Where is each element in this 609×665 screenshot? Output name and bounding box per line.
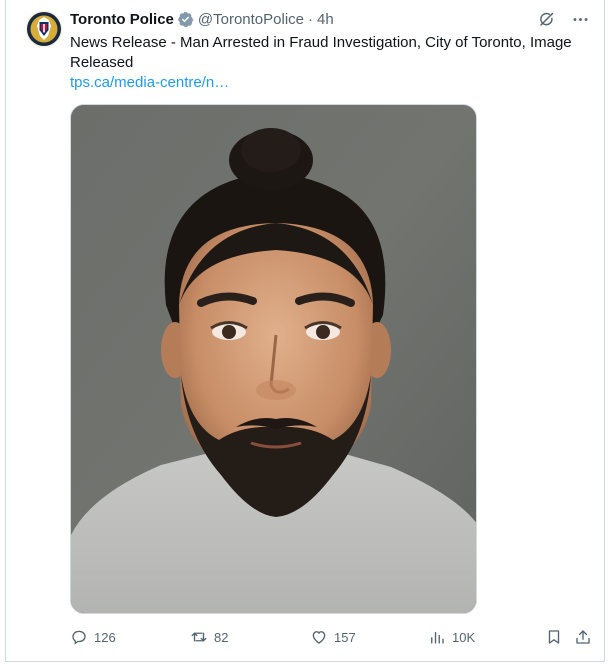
like-count: 157 — [334, 629, 356, 645]
bookmark-icon — [548, 630, 560, 644]
like-button[interactable]: 157 — [310, 625, 356, 649]
views-button[interactable]: 10K — [428, 625, 475, 649]
toronto-police-badge-icon — [25, 10, 63, 48]
share-button[interactable] — [574, 625, 592, 649]
views-count: 10K — [452, 629, 476, 645]
heart-icon — [312, 631, 326, 644]
mugshot-image — [71, 105, 476, 613]
tweet-card[interactable]: Toronto Police @TorontoPolice · 4h News … — [5, 0, 605, 662]
tweet-link[interactable]: tps.ca/media-centre/n… — [70, 73, 229, 93]
tweet-media-image[interactable] — [70, 104, 477, 614]
views-icon — [431, 631, 444, 644]
more-icon[interactable] — [570, 9, 590, 29]
bookmark-button[interactable] — [545, 625, 563, 649]
reply-count: 126 — [94, 629, 116, 645]
reply-button[interactable]: 126 — [70, 625, 116, 649]
avatar[interactable] — [25, 10, 63, 48]
display-name[interactable]: Toronto Police — [70, 11, 174, 28]
reply-icon — [72, 630, 86, 645]
tweet-text: News Release - Man Arrested in Fraud Inv… — [70, 34, 572, 71]
handle[interactable]: @TorontoPolice — [198, 11, 304, 28]
grok-icon[interactable] — [536, 9, 556, 29]
repost-button[interactable]: 82 — [190, 625, 228, 649]
separator: · — [308, 10, 314, 28]
timestamp[interactable]: 4h — [317, 11, 334, 28]
share-icon — [576, 630, 590, 644]
repost-count: 82 — [214, 629, 229, 645]
verified-badge-icon[interactable] — [177, 11, 194, 28]
repost-icon — [191, 632, 207, 642]
